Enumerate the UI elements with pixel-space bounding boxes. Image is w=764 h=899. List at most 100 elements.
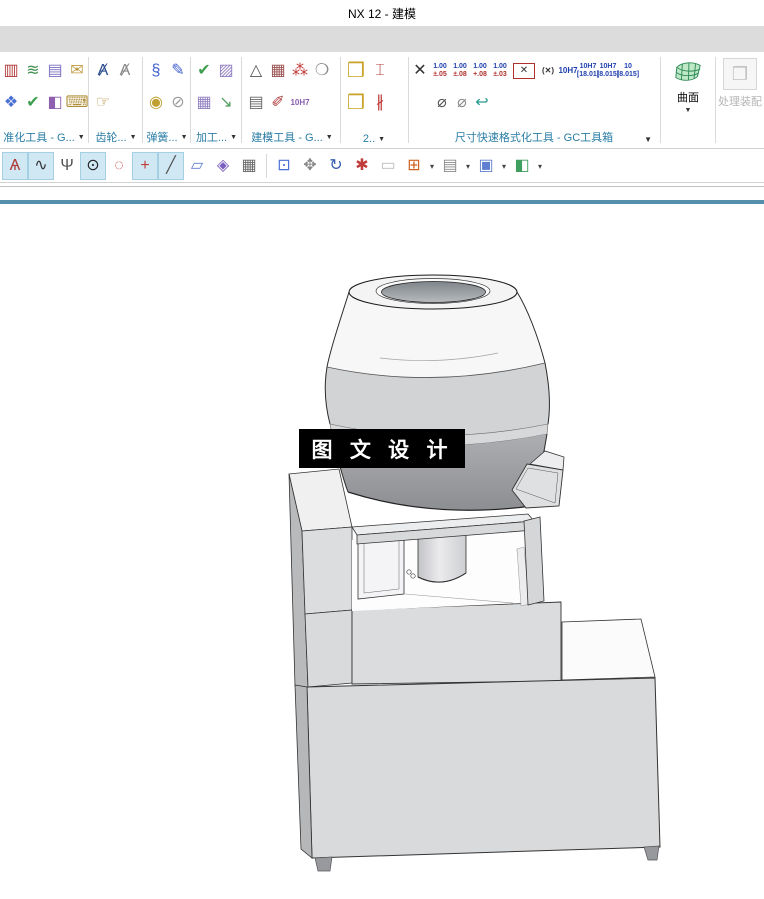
chevron-down-icon[interactable]: ▼ [378, 136, 385, 143]
reuse-library-icon[interactable]: ▥ [0, 58, 22, 84]
group-label-spring[interactable]: 弹簧... ▼ [145, 129, 189, 145]
paren-dim-icon[interactable]: (✕) [538, 58, 558, 84]
grid-table-icon[interactable]: ▦ [237, 153, 261, 179]
mixer-machine-model [288, 274, 661, 872]
chevron-down-icon[interactable]: ▼ [181, 134, 188, 141]
device-view-icon[interactable]: ▤ [438, 153, 462, 179]
menu-band[interactable] [0, 26, 764, 52]
group-label-features[interactable]: 2.. ▼ [343, 133, 405, 145]
layer-stack-icon[interactable]: ≋ [22, 58, 44, 84]
text-note-icon[interactable]: ▤ [245, 90, 267, 116]
group-separator [408, 57, 409, 143]
table-annotation-icon[interactable]: ▦ [267, 58, 289, 84]
fit-stack1-icon[interactable]: 10H7 [18.01] [577, 58, 599, 84]
bubble-note-icon[interactable]: ❍ [311, 58, 333, 84]
render-style-dropdown[interactable]: ▾ [535, 162, 545, 171]
pan-hand-icon[interactable]: ✥ [298, 153, 322, 179]
shaded-view-dropdown[interactable]: ▾ [499, 162, 509, 171]
circle-center-icon[interactable]: ⊙ [80, 152, 106, 180]
datum-triangle-icon[interactable]: △ [245, 58, 267, 84]
tolerance-08-icon[interactable]: 1.00 ±.08 [450, 58, 470, 84]
drive-shaft-cylinder [417, 532, 467, 583]
profile-polyline-icon[interactable]: Ѧ [2, 152, 28, 180]
layer-settings-icon[interactable]: ▤ [44, 58, 66, 84]
tolerance-03-icon[interactable]: 1.00 ±.03 [490, 58, 510, 84]
ribbon-group-gc-toolbox: ✕ 1.00 ±.05 1.00 ±.08 1.00 +.08 1.00 ±.03 ✕ (✕) 10H… [410, 52, 658, 148]
surface-button[interactable]: 曲面 ▼ [662, 52, 714, 148]
process-output-icon[interactable]: ↘ [215, 90, 237, 116]
chevron-down-icon[interactable]: ▼ [230, 134, 237, 141]
tolerance-plus08-icon[interactable]: 1.00 +.08 [470, 58, 490, 84]
check-tool-icon[interactable]: ✔ [22, 90, 44, 116]
group-separator [190, 57, 191, 143]
ribbon-group-machining: ✔ ▨ ▦ ↘ 加工... ▼ [193, 52, 240, 148]
chevron-down-icon[interactable]: ▼ [685, 107, 692, 114]
spring-draw-icon[interactable]: ✎ [167, 58, 189, 84]
undo-format-icon[interactable]: ↩ [472, 90, 492, 116]
ribbon-group-standard-tools: ▥ ≋ ▤ ✉ ❖ ✔ ◧ ⌨ 准化工具 - G... ▼ [0, 52, 88, 148]
gear-simulation-icon[interactable]: ☞ [92, 90, 114, 116]
group-label-gear[interactable]: 齿轮... ▼ [92, 129, 140, 145]
diameter-toggle-icon[interactable]: ⌀ [432, 90, 452, 116]
mixing-drum[interactable] [324, 274, 550, 511]
group-label-gc-toolbox[interactable]: 尺寸快速格式化工具 - GC工具箱 [410, 129, 658, 145]
mesh-surface-icon[interactable]: ◈ [211, 153, 235, 179]
boxed-dim-icon[interactable]: ✕ [513, 63, 535, 79]
spring-coil-icon[interactable]: § [145, 58, 167, 84]
chevron-down-icon[interactable]: ▼ [326, 134, 333, 141]
nx-application-window: { "window": { "title": "NX 12 - 建模" }, "… [0, 0, 764, 899]
radial-dim-icon[interactable]: ∦ [369, 90, 391, 116]
group-label-modeling-tools[interactable]: 建模工具 - G... ▼ [245, 129, 339, 145]
export-part-icon[interactable]: ❖ [0, 90, 22, 116]
quick-trim-icon[interactable]: ▱ [185, 153, 209, 179]
ribbon-group-spring: § ✎ ◉ ⊘ 弹簧... ▼ [145, 52, 189, 148]
group-separator [241, 57, 242, 143]
rotate-view-icon[interactable]: ↻ [324, 153, 348, 179]
snap-grid-icon[interactable]: ⊞ [402, 153, 426, 179]
line-tool-icon[interactable]: ╱ [158, 152, 184, 180]
fit-stack3-icon[interactable]: 10 [8.015] [617, 58, 639, 84]
feature-box-icon[interactable]: ❒ [343, 58, 369, 84]
diameter-slash-icon[interactable]: ⌀ [452, 90, 472, 116]
group-label-standard-tools[interactable]: 准化工具 - G... ▼ [0, 129, 88, 145]
delete-curve-icon[interactable]: ✱ [350, 153, 374, 179]
spring-delete-icon[interactable]: ⊘ [167, 90, 189, 116]
zoom-box-icon[interactable]: ⊡ [272, 153, 296, 179]
watermark-label: 图 文 设 计 [299, 429, 465, 468]
shaded-view-icon[interactable]: ▣ [474, 153, 498, 179]
check-cube-icon[interactable]: ◧ [44, 90, 66, 116]
ribbon-group-features: ❒ ⌶ ❒ ∦ 2.. ▼ [343, 52, 405, 148]
point-set-icon[interactable]: ⁂ [289, 58, 311, 84]
sheet-disabled-icon[interactable]: ▭ [376, 153, 400, 179]
snap-grid-dropdown[interactable]: ▾ [427, 162, 437, 171]
circle-points-icon[interactable]: ◌ [107, 153, 131, 179]
gear-model-icon[interactable]: Ⱥ [92, 58, 114, 84]
process-table-icon[interactable]: ▦ [193, 90, 215, 116]
dimension-bracket-icon[interactable]: ⌶ [369, 58, 391, 84]
process-clipboard-icon[interactable]: ▨ [215, 58, 237, 84]
fit-tolerance-icon[interactable]: 10H7 [289, 90, 311, 116]
left-column [288, 468, 353, 689]
group-label-machining[interactable]: 加工... ▼ [193, 129, 240, 145]
gear-modify-icon[interactable]: Ⱥ [114, 58, 136, 84]
tolerance-05-icon[interactable]: 1.00 ±.05 [430, 58, 450, 84]
chevron-down-icon[interactable]: ▼ [130, 134, 137, 141]
toolbar-separator [266, 154, 267, 178]
note-tag-icon[interactable]: ✉ [66, 58, 88, 84]
clear-tolerance-icon[interactable]: ✕ [410, 58, 430, 84]
device-view-dropdown[interactable]: ▾ [463, 162, 473, 171]
fit-10h7-icon[interactable]: 10H7 [558, 58, 578, 84]
spring-disc-icon[interactable]: ◉ [145, 90, 167, 116]
render-style-icon[interactable]: ◧ [510, 153, 534, 179]
chevron-down-icon[interactable]: ▼ [78, 134, 85, 141]
fit-stack2-icon[interactable]: 10H7 [8.015] [597, 58, 619, 84]
keyboard-macro-icon[interactable]: ⌨ [65, 90, 88, 116]
point-tool-icon[interactable]: Ψ [55, 153, 79, 179]
dimension-brush-icon[interactable]: ✐ [267, 90, 289, 116]
chevron-down-icon[interactable]: ▼ [644, 135, 652, 144]
studio-spline-icon[interactable]: ∿ [28, 152, 54, 180]
graphics-viewport[interactable]: 图 文 设 计 [0, 204, 764, 899]
point-plus-icon[interactable]: + [132, 152, 158, 180]
process-check-icon[interactable]: ✔ [193, 58, 215, 84]
feature-box2-icon[interactable]: ❒ [343, 90, 369, 116]
